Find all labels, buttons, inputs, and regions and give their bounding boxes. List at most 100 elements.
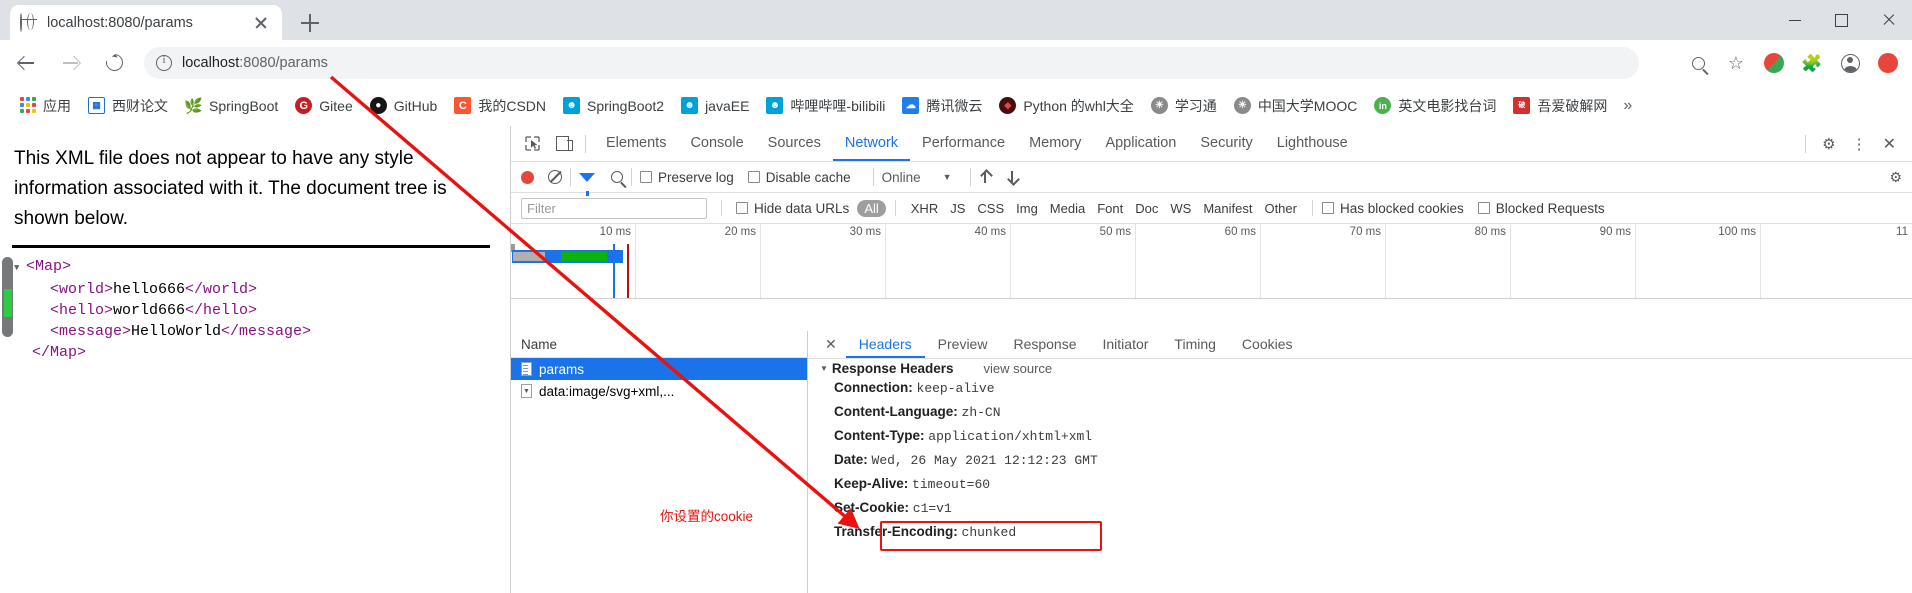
bookmark-item[interactable]: in 英文电影找台词 [1367, 92, 1503, 120]
close-detail-icon[interactable]: ✕ [816, 336, 846, 353]
forward-button[interactable] [52, 45, 88, 81]
detail-tab-response[interactable]: Response [1000, 331, 1089, 358]
bookmark-item[interactable]: ☀ 学习通 [1144, 92, 1224, 120]
profile-icon[interactable] [1834, 47, 1866, 79]
inspect-element-icon[interactable] [519, 131, 545, 157]
search-icon[interactable] [611, 171, 623, 183]
clear-icon[interactable] [548, 170, 562, 184]
type-filter-xhr[interactable]: XHR [905, 201, 944, 216]
devtools-tab-lighthouse[interactable]: Lighthouse [1265, 126, 1360, 161]
devtools-tab-application[interactable]: Application [1093, 126, 1188, 161]
bookmark-star-icon[interactable]: ☆ [1720, 47, 1752, 79]
bookmark-item[interactable]: ● GitHub [363, 92, 445, 120]
expand-triangle-icon[interactable]: ▼ [820, 364, 828, 373]
bookmark-item[interactable]: ☀ 中国大学MOOC [1227, 92, 1365, 120]
zoom-icon[interactable] [1682, 47, 1714, 79]
back-button[interactable] [8, 45, 44, 81]
maximize-icon[interactable] [1818, 0, 1865, 40]
address-bar[interactable]: localhost:8080/params [144, 47, 1639, 79]
network-toolbar: Preserve log Disable cache Online ▼ ⚙ [511, 162, 1912, 196]
more-options-icon[interactable]: ⋮ [1844, 135, 1875, 153]
type-filter-media[interactable]: Media [1044, 201, 1091, 216]
xml-line[interactable]: <world>hello666</world> [14, 279, 311, 300]
close-devtools-icon[interactable]: ✕ [1875, 134, 1904, 154]
bookmark-item[interactable]: ☻ javaEE [674, 92, 756, 120]
url-host: localhost [182, 55, 240, 71]
has-blocked-cookies-checkbox[interactable] [1321, 202, 1334, 214]
network-settings-icon[interactable]: ⚙ [1889, 169, 1902, 186]
type-filter-css[interactable]: CSS [971, 201, 1010, 216]
expand-triangle-icon[interactable]: ▼ [14, 258, 26, 279]
filter-input[interactable]: Filter [521, 197, 707, 219]
detail-tab-cookies[interactable]: Cookies [1229, 331, 1306, 358]
throttling-select[interactable]: Online ▼ [882, 170, 952, 185]
view-source-link[interactable]: view source [983, 361, 1052, 376]
type-filter-other[interactable]: Other [1258, 201, 1303, 216]
devtools-tab-performance[interactable]: Performance [910, 126, 1017, 161]
gear-icon[interactable]: ⚙ [1814, 135, 1843, 153]
network-overview-timeline[interactable]: 10 ms 20 ms 30 ms 40 ms 50 ms 60 ms 70 m… [511, 224, 1912, 299]
bookmark-item[interactable]: 🌿 SpringBoot [178, 92, 285, 120]
extensions-puzzle-icon[interactable]: 🧩 [1796, 47, 1828, 79]
detail-tab-preview[interactable]: Preview [925, 331, 1001, 358]
devtools-tab-elements[interactable]: Elements [594, 126, 678, 161]
toggle-device-toolbar-icon[interactable] [549, 131, 575, 157]
type-filter-all[interactable]: All [857, 199, 886, 217]
record-icon[interactable] [521, 170, 534, 184]
bookmark-item[interactable]: C 我的CSDN [447, 92, 553, 120]
preserve-log-checkbox[interactable] [640, 171, 652, 183]
globe-icon [20, 12, 38, 32]
reload-button[interactable] [96, 45, 132, 81]
new-tab-button[interactable] [296, 9, 324, 37]
bookmark-item[interactable]: ☻ 哔哩哔哩-bilibili [759, 92, 892, 120]
requests-column-header[interactable]: Name [511, 331, 807, 358]
export-har-icon[interactable] [1006, 170, 1019, 184]
disable-cache-checkbox[interactable] [747, 171, 760, 183]
extension-red-icon[interactable] [1758, 47, 1790, 79]
bookmark-apps[interactable]: 应用 [12, 92, 78, 120]
bookmark-item[interactable]: G Gitee [288, 92, 359, 120]
xml-line[interactable]: <message>HelloWorld</message> [14, 321, 311, 342]
detail-tab-timing[interactable]: Timing [1161, 331, 1229, 358]
xml-line[interactable]: </Map> [14, 342, 311, 363]
bookmark-item[interactable]: ☻ SpringBoot2 [556, 92, 671, 120]
import-har-icon[interactable] [979, 170, 992, 184]
type-filter-ws[interactable]: WS [1164, 201, 1197, 216]
type-filter-manifest[interactable]: Manifest [1197, 201, 1258, 216]
bookmark-item[interactable]: ◆ Python 的whl大全 [992, 92, 1140, 120]
bookmarks-overflow-icon[interactable]: » [1623, 97, 1632, 115]
xml-line[interactable]: <hello>world666</hello> [14, 300, 311, 321]
xml-line[interactable]: ▼ <Map> [14, 256, 311, 279]
bookmark-item[interactable]: ▦ 西财论文 [81, 92, 175, 120]
header-row: Transfer-Encoding: chunked [808, 520, 1912, 544]
minimize-icon[interactable] [1771, 0, 1818, 40]
devtools-tab-sources[interactable]: Sources [756, 126, 833, 161]
type-filter-js[interactable]: JS [944, 201, 971, 216]
detail-tab-headers[interactable]: Headers [846, 331, 925, 358]
gitee-icon: G [295, 97, 313, 114]
devtools-tab-memory[interactable]: Memory [1017, 126, 1093, 161]
blocked-requests-checkbox[interactable] [1477, 202, 1490, 214]
devtools-tab-console[interactable]: Console [678, 126, 755, 161]
detail-tab-initiator[interactable]: Initiator [1090, 331, 1162, 358]
response-headers-section-title[interactable]: ▼ Response Headers view source [808, 359, 1912, 376]
browser-tab[interactable]: localhost:8080/params [10, 5, 282, 40]
type-filter-doc[interactable]: Doc [1129, 201, 1164, 216]
devtools-tab-security[interactable]: Security [1188, 126, 1264, 161]
bookmark-item[interactable]: ☁ 腾讯微云 [895, 92, 989, 120]
overview-tick: 60 ms [1136, 224, 1261, 298]
devtools-tab-network[interactable]: Network [833, 126, 910, 161]
tencent-cloud-icon: ☁ [902, 97, 920, 114]
type-filter-img[interactable]: Img [1010, 201, 1044, 216]
bookmark-item[interactable]: 破 吾爱破解网 [1506, 92, 1614, 120]
filter-icon[interactable] [579, 172, 595, 196]
type-filter-font[interactable]: Font [1091, 201, 1129, 216]
table-row[interactable]: ▼ data:image/svg+xml,... [511, 380, 807, 402]
table-row[interactable]: params [511, 358, 807, 380]
close-icon[interactable] [250, 12, 272, 34]
page-scrollbar-thumb[interactable] [2, 257, 13, 337]
browser-menu-icon[interactable] [1872, 47, 1904, 79]
hide-data-urls-checkbox[interactable] [736, 202, 748, 214]
window-close-icon[interactable] [1865, 0, 1912, 40]
site-info-icon[interactable] [156, 54, 172, 71]
